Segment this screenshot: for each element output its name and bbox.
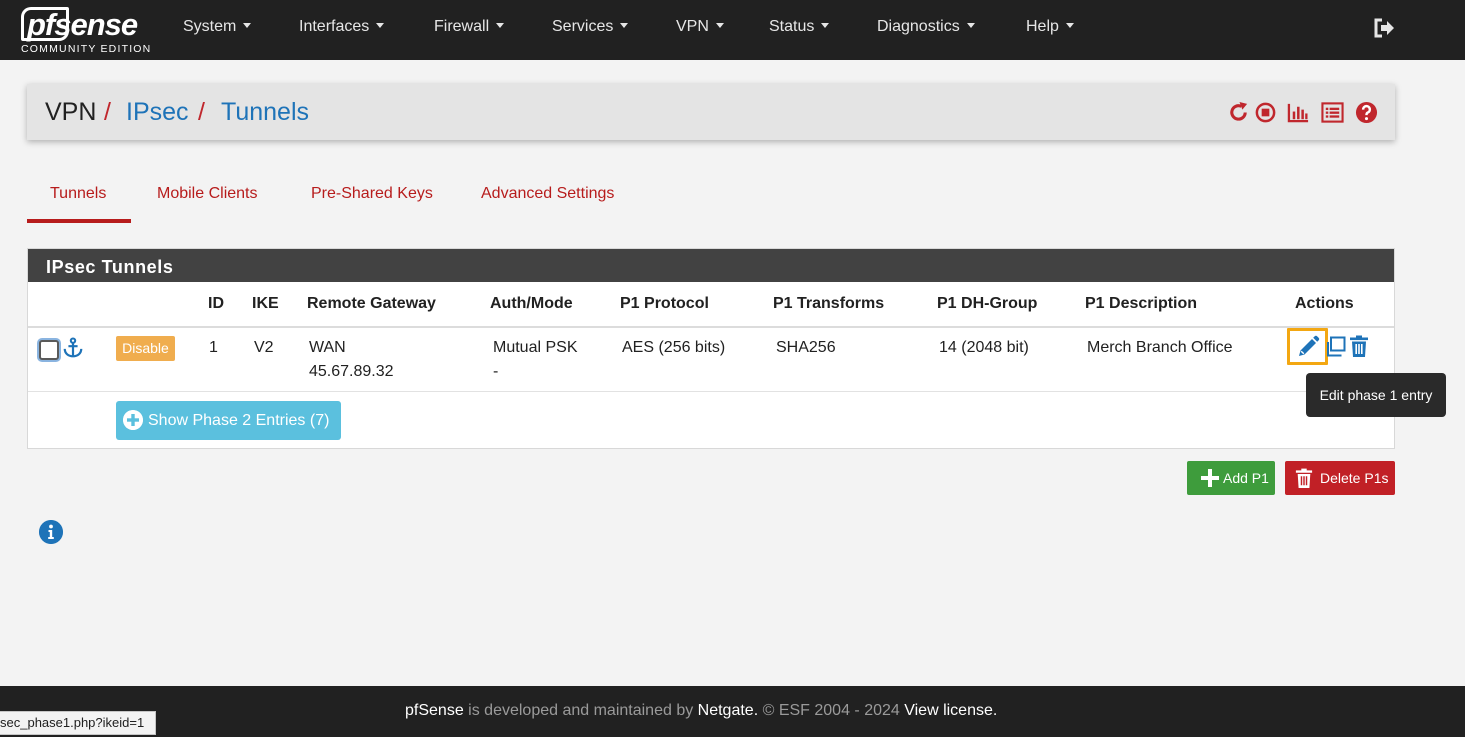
- cell-id: 1: [209, 339, 218, 356]
- nav-status-label: Status: [769, 18, 815, 35]
- caret-down-icon: [966, 23, 975, 28]
- footer-text: pfSense is developed and maintained by N…: [405, 702, 997, 720]
- cell-ike: V2: [254, 339, 274, 356]
- caret-down-icon: [715, 23, 724, 28]
- column-header-ike: IKE: [252, 295, 279, 312]
- plus-icon: [1201, 469, 1219, 487]
- nav-vpn-label: VPN: [676, 18, 709, 35]
- bar-chart-icon[interactable]: [1287, 101, 1310, 124]
- pfsense-logo[interactable]: pfsense COMMUNITY EDITION: [21, 5, 151, 55]
- sign-out-icon[interactable]: [1373, 17, 1395, 39]
- caret-down-icon: [821, 23, 830, 28]
- pencil-icon[interactable]: [1296, 335, 1320, 359]
- nav-system[interactable]: System: [183, 18, 252, 36]
- breadcrumb-ipsec[interactable]: IPsec: [126, 98, 189, 127]
- panel-title: IPsec Tunnels: [46, 257, 174, 277]
- tab-pre-shared-keys[interactable]: Pre-Shared Keys: [311, 185, 433, 203]
- row-select-checkbox[interactable]: [39, 340, 59, 360]
- column-header-p1-dh-group: P1 DH-Group: [937, 295, 1038, 312]
- tab-advanced-settings[interactable]: Advanced Settings: [481, 185, 614, 203]
- show-phase2-entries-button[interactable]: Show Phase 2 Entries (7): [116, 401, 341, 440]
- column-header-id: ID: [208, 295, 224, 312]
- nav-services[interactable]: Services: [552, 18, 629, 36]
- nav-system-label: System: [183, 18, 237, 35]
- header-divider: [28, 326, 1394, 328]
- info-icon[interactable]: [39, 520, 63, 544]
- logo-wordmark: pfsense: [27, 7, 138, 42]
- cell-p1-transforms: SHA256: [776, 339, 836, 356]
- add-p1-label: Add P1: [1223, 470, 1269, 486]
- footer-brand-link[interactable]: pfSense: [405, 702, 464, 719]
- nav-help[interactable]: Help: [1026, 18, 1074, 36]
- column-header-p1-description: P1 Description: [1085, 295, 1198, 312]
- footer-netgate-link[interactable]: Netgate.: [698, 702, 758, 719]
- caret-down-icon: [1065, 23, 1074, 28]
- column-header-actions: Actions: [1295, 295, 1354, 312]
- panel-heading: IPsec Tunnels: [28, 249, 1394, 282]
- breadcrumb-separator: /: [104, 98, 111, 126]
- logo-edition: COMMUNITY EDITION: [21, 43, 152, 55]
- nav-services-label: Services: [552, 18, 614, 35]
- caret-down-icon: [496, 23, 505, 28]
- footer-copyright: © ESF 2004 - 2024: [758, 702, 905, 719]
- column-header-remote-gateway: Remote Gateway: [307, 295, 436, 312]
- footer: pfSense is developed and maintained by N…: [0, 686, 1465, 737]
- nav-firewall[interactable]: Firewall: [434, 18, 505, 36]
- list-icon[interactable]: [1321, 101, 1344, 124]
- show-phase2-entries-label: Show Phase 2 Entries (7): [148, 412, 330, 429]
- footer-license-link[interactable]: View license.: [904, 702, 997, 719]
- nav-firewall-label: Firewall: [434, 18, 490, 35]
- nav-interfaces-label: Interfaces: [299, 18, 370, 35]
- breadcrumb-tunnels[interactable]: Tunnels: [221, 98, 309, 127]
- cell-gateway-ip: 45.67.89.32: [309, 363, 394, 380]
- column-header-p1-transforms: P1 Transforms: [773, 295, 885, 312]
- ipsec-tunnels-panel: IPsec Tunnels ID IKE Remote Gateway Auth…: [27, 248, 1395, 449]
- caret-down-icon: [243, 23, 252, 28]
- breadcrumb-separator: /: [198, 98, 205, 126]
- edit-tooltip: Edit phase 1 entry: [1306, 373, 1446, 417]
- caret-down-icon: [376, 23, 385, 28]
- trash-icon[interactable]: [1349, 335, 1369, 358]
- add-p1-button[interactable]: Add P1: [1187, 461, 1275, 495]
- caret-down-icon: [620, 23, 629, 28]
- top-navbar: pfsense COMMUNITY EDITION System Interfa…: [0, 0, 1465, 60]
- nav-status[interactable]: Status: [769, 18, 830, 36]
- nav-diagnostics[interactable]: Diagnostics: [877, 18, 975, 36]
- column-header-p1-protocol: P1 Protocol: [620, 295, 709, 312]
- breadcrumb-vpn: VPN: [45, 98, 97, 126]
- delete-p1s-button[interactable]: Delete P1s: [1285, 461, 1395, 495]
- status-bar-url: sec_phase1.php?ikeid=1: [0, 711, 156, 735]
- anchor-icon[interactable]: [62, 337, 84, 359]
- column-header-auth-mode: Auth/Mode: [490, 295, 573, 312]
- cell-gateway-interface: WAN: [309, 339, 346, 356]
- nav-interfaces[interactable]: Interfaces: [299, 18, 385, 36]
- plus-circle-icon: [123, 410, 143, 430]
- delete-p1s-label: Delete P1s: [1320, 470, 1389, 486]
- breadcrumb: VPN / IPsec / Tunnels: [27, 84, 1395, 140]
- nav-diagnostics-label: Diagnostics: [877, 18, 960, 35]
- active-tab-indicator: [27, 219, 131, 223]
- restart-service-icon[interactable]: [1227, 101, 1250, 124]
- stop-service-icon[interactable]: [1254, 101, 1277, 124]
- row-divider: [28, 391, 1394, 392]
- disable-button[interactable]: Disable: [116, 336, 175, 361]
- tab-tunnels[interactable]: Tunnels: [50, 185, 106, 203]
- cell-p1-protocol: AES (256 bits): [622, 339, 726, 356]
- cell-auth: Mutual PSK: [493, 339, 578, 356]
- cell-p1-dh-group: 14 (2048 bit): [939, 339, 1029, 356]
- cell-p1-description: Merch Branch Office: [1087, 339, 1233, 356]
- nav-help-label: Help: [1026, 18, 1059, 35]
- footer-developed-text: is developed and maintained by: [463, 702, 698, 719]
- tab-mobile-clients[interactable]: Mobile Clients: [157, 185, 257, 203]
- trash-icon: [1295, 468, 1313, 488]
- copy-icon[interactable]: [1326, 336, 1346, 358]
- help-icon[interactable]: [1355, 101, 1378, 124]
- nav-vpn[interactable]: VPN: [676, 18, 724, 36]
- cell-mode: -: [493, 363, 499, 380]
